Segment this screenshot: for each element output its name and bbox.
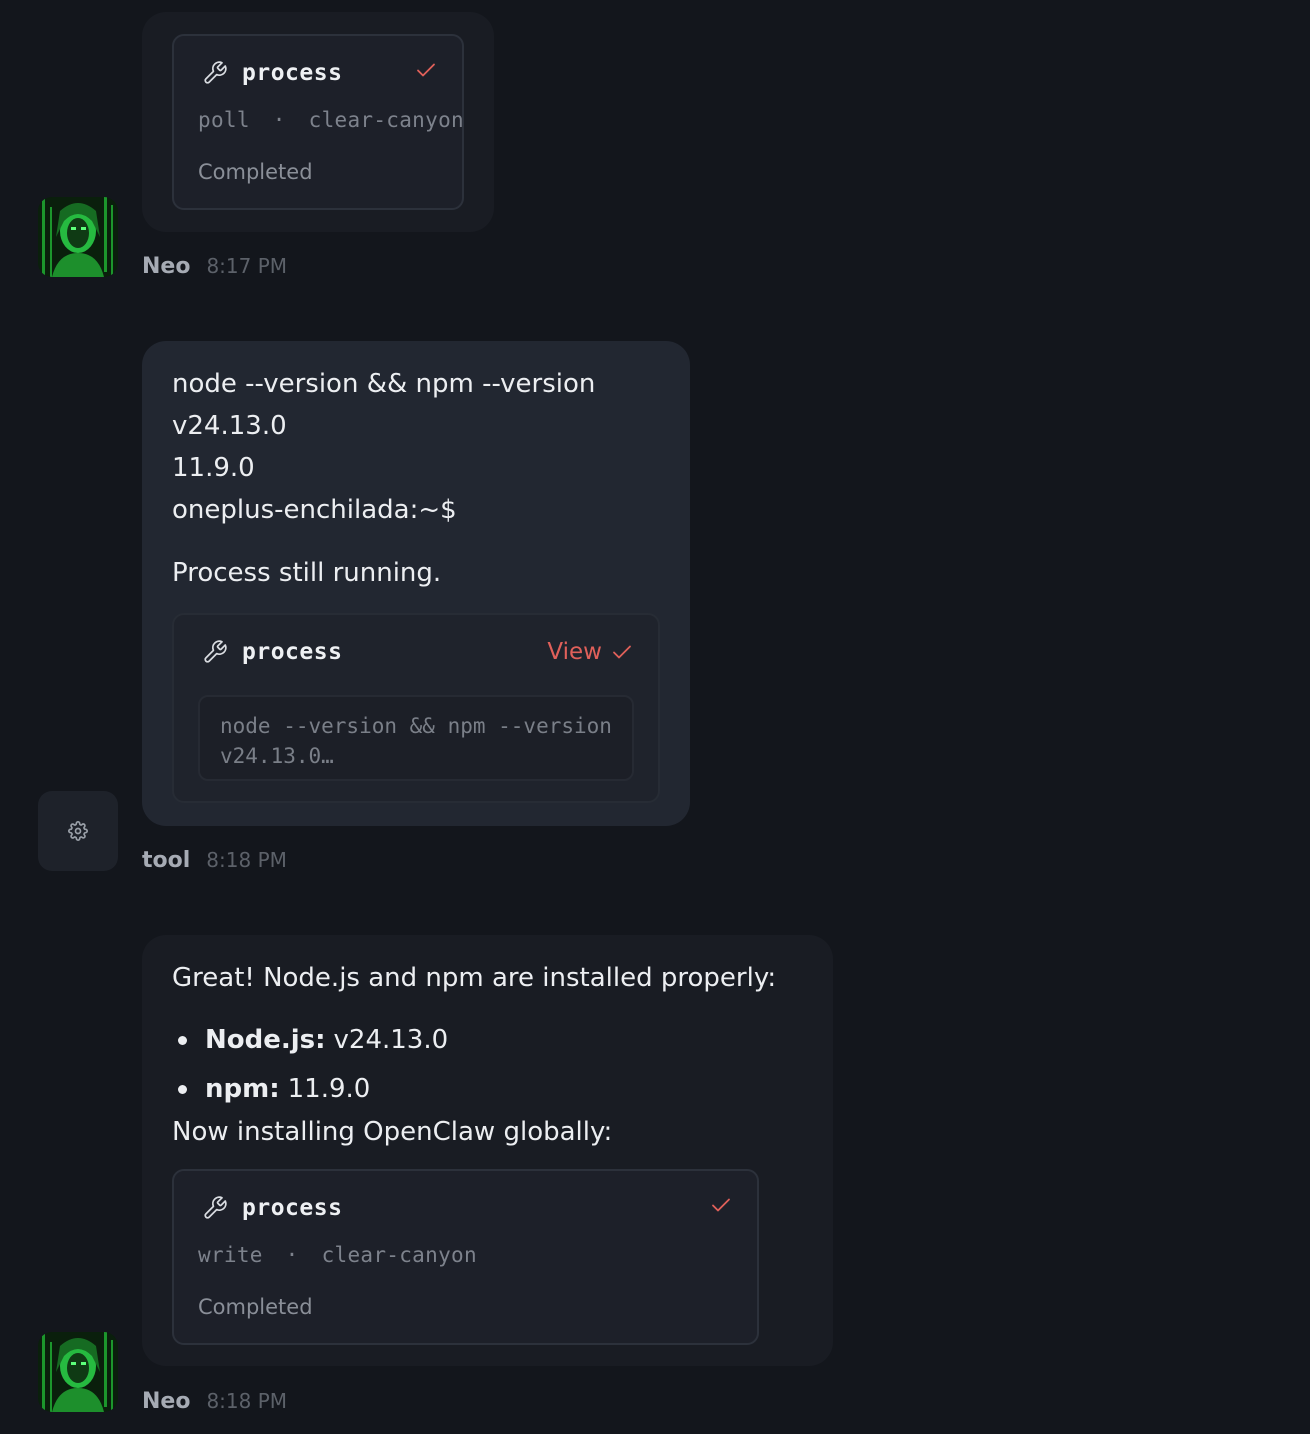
message-intro: Great! Node.js and npm are installed pro…: [172, 963, 777, 993]
matrix-avatar: [38, 1332, 118, 1412]
output-line-npm-version: 11.9.0: [172, 453, 255, 483]
bullet-value: 11.9.0: [287, 1074, 371, 1104]
separator: ·: [285, 1243, 299, 1267]
output-line-status: Process still running.: [172, 558, 442, 588]
check-icon: [613, 645, 631, 659]
tool-card-header: process: [202, 58, 342, 88]
output-line-prompt: oneplus-enchilada:~$: [172, 495, 457, 525]
wrench-icon: [204, 1196, 227, 1219]
sender-name: Neo: [142, 254, 191, 279]
separator: ·: [272, 108, 286, 132]
message-outro: Now installing OpenClaw globally:: [172, 1117, 613, 1147]
tool-action: poll: [198, 108, 250, 132]
list-item-node: Node.js: v24.13.0: [178, 1025, 448, 1055]
timestamp: 8:18 PM: [206, 1389, 288, 1413]
avatar-tool[interactable]: [38, 791, 118, 871]
tool-session: clear-canyon: [308, 108, 464, 132]
tool-card-process-view[interactable]: process View node --version && npm --ver…: [172, 613, 660, 803]
timestamp: 8:18 PM: [206, 848, 287, 872]
tool-card-header: process: [202, 637, 342, 667]
tool-name: process: [242, 60, 343, 86]
gear-icon: [68, 821, 88, 841]
check-icon: [417, 63, 435, 77]
view-control[interactable]: View: [547, 637, 634, 667]
matrix-avatar: [38, 197, 118, 277]
view-link[interactable]: View: [547, 639, 602, 665]
avatar-neo-2[interactable]: [38, 1332, 118, 1412]
tool-action: write: [198, 1243, 263, 1267]
wrench-icon: [204, 61, 227, 84]
preview-line: node --version && npm --version: [220, 714, 612, 738]
tool-card-process-poll[interactable]: process poll · clear-canyon Completed: [172, 34, 464, 210]
timestamp: 8:17 PM: [206, 254, 288, 278]
tool-status: Completed: [198, 160, 313, 184]
message-bubble-neo-1: process poll · clear-canyon Completed: [142, 12, 494, 232]
list-item-npm: npm: 11.9.0: [178, 1074, 370, 1104]
tool-status: Completed: [198, 1295, 313, 1319]
tool-subtitle: write · clear-canyon: [198, 1243, 477, 1267]
sender-name: Neo: [142, 1389, 191, 1414]
bullet: [178, 1035, 187, 1045]
message-meta-neo-1: Neo 8:17 PM: [142, 254, 287, 279]
message-bubble-tool: node --version && npm --version v24.13.0…: [142, 341, 690, 826]
output-line-node-version: v24.13.0: [172, 411, 287, 441]
tool-name: process: [242, 1195, 343, 1221]
tool-session: clear-canyon: [321, 1243, 477, 1267]
tool-subtitle: poll · clear-canyon: [198, 108, 464, 132]
tool-name: process: [242, 639, 343, 665]
wrench-icon: [204, 640, 227, 663]
message-meta-neo-2: Neo 8:18 PM: [142, 1389, 287, 1414]
bullet-label: npm:: [205, 1074, 280, 1104]
message-bubble-neo-2: Great! Node.js and npm are installed pro…: [142, 935, 833, 1366]
message-meta-tool: tool 8:18 PM: [142, 848, 287, 873]
output-line-command: node --version && npm --version: [172, 369, 596, 399]
check-icon: [712, 1198, 730, 1212]
bullet-label: Node.js:: [205, 1025, 326, 1055]
sender-name: tool: [142, 848, 191, 873]
code-preview: node --version && npm --version v24.13.0…: [198, 695, 634, 781]
tool-card-header: process: [202, 1193, 342, 1223]
bullet-value: v24.13.0: [333, 1025, 449, 1055]
preview-line: v24.13.0…: [220, 744, 334, 768]
bullet: [178, 1084, 187, 1094]
avatar-neo-1[interactable]: [38, 197, 118, 277]
tool-card-process-write[interactable]: process write · clear-canyon Completed: [172, 1169, 759, 1345]
